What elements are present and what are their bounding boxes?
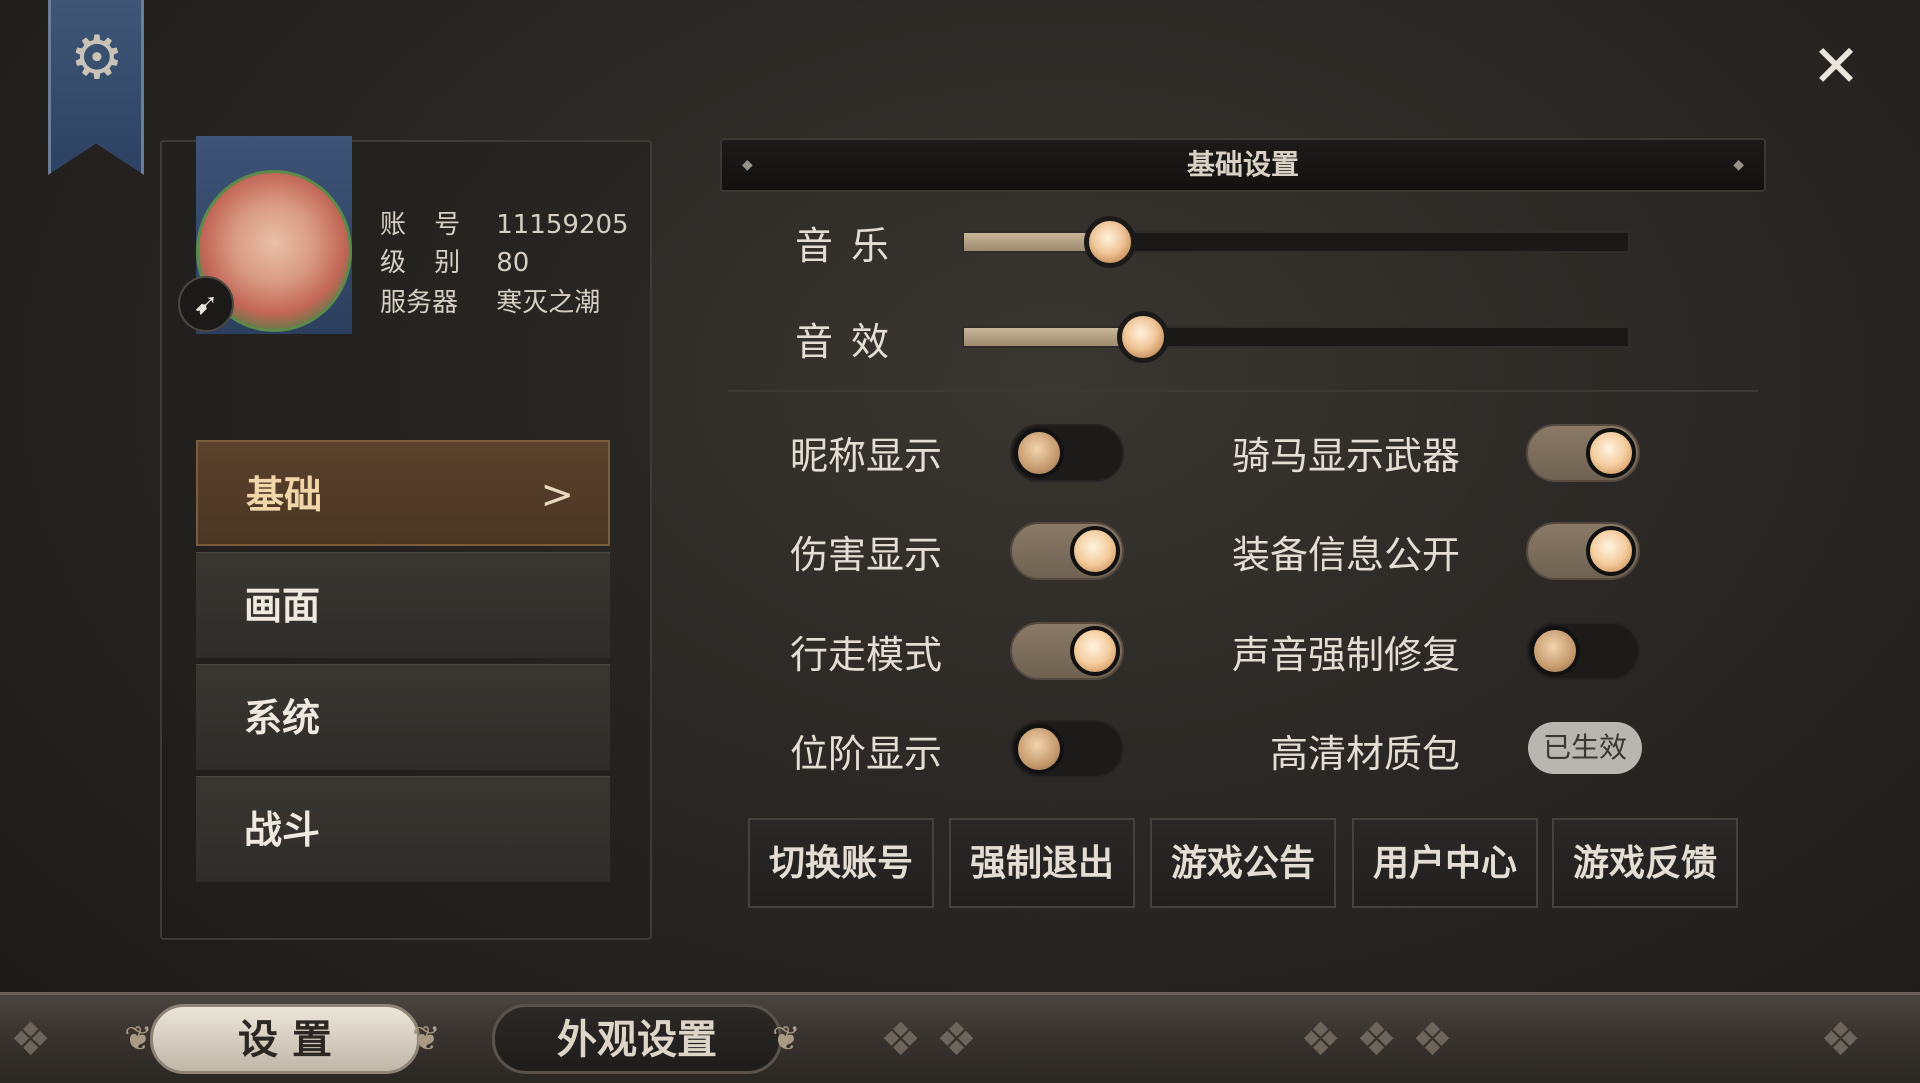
gear-icon: ⚙ [70,23,124,93]
tab-appearance-settings[interactable]: 外观设置 [492,1004,782,1074]
mount-weapon-label: 骑马显示武器 [1232,434,1461,478]
server-label: 服务器 [380,288,459,318]
sound-repair-toggle[interactable] [1526,622,1640,680]
damage-display-label: 伤害显示 [790,533,943,577]
server-value: 寒灭之潮 [496,288,601,318]
divider [728,390,1758,392]
nav-item-label: 基础 [246,472,323,517]
ornament-icon: ❖ [1820,1012,1862,1066]
header-ornament-right: ◆ [1733,157,1744,173]
music-label: 音乐 [795,224,908,268]
rank-display-toggle[interactable] [1010,720,1124,778]
equipment-public-toggle[interactable] [1526,522,1640,580]
account-value: 11159205 [496,210,629,240]
close-icon[interactable]: ✕ [1810,37,1862,95]
section-header: ◆ 基础设置 ◆ [720,138,1766,192]
server-row: 服务器 寒灭之潮 [380,282,600,319]
ornament-icon: ❖ [10,1012,52,1066]
tab-ornament-icon: ❦ [124,1019,153,1059]
music-slider-thumb[interactable] [1084,216,1137,268]
toggle-knob [1014,428,1064,478]
hd-texture-label: 高清材质包 [1270,732,1461,776]
chevron-right-icon: > [540,472,574,518]
toggle-knob [1070,626,1120,676]
user-center-button[interactable]: 用户中心 [1352,818,1538,908]
ornament-icon: ❖ ❖ ❖ [1300,1012,1453,1066]
nav-item-combat[interactable]: 战斗 [196,776,610,882]
section-title: 基础设置 [1186,148,1299,181]
header-ornament-left: ◆ [742,157,753,173]
hd-texture-status-badge[interactable]: 已生效 [1528,722,1642,774]
account-row: 账 号 11159205 [380,204,629,241]
level-label: 级 别 [380,248,471,278]
bow-icon: ➹ [178,276,234,332]
walk-mode-toggle[interactable] [1010,622,1124,680]
toggle-knob [1070,526,1120,576]
music-slider[interactable] [962,216,1630,268]
sfx-slider[interactable] [962,311,1630,363]
switch-account-button[interactable]: 切换账号 [748,818,934,908]
walk-mode-label: 行走模式 [790,633,943,677]
damage-display-toggle[interactable] [1010,522,1124,580]
level-row: 级 别 80 [380,242,529,279]
toggle-knob [1586,428,1636,478]
level-value: 80 [496,248,530,278]
nickname-display-label: 昵称显示 [790,434,943,478]
toggle-knob [1014,724,1064,774]
nickname-display-toggle[interactable] [1010,424,1124,482]
nav-item-label: 战斗 [244,807,321,852]
mount-weapon-toggle[interactable] [1526,424,1640,482]
nav-item-label: 系统 [244,695,321,740]
nav-item-display[interactable]: 画面 [196,552,610,658]
sound-repair-label: 声音强制修复 [1232,633,1461,677]
force-quit-button[interactable]: 强制退出 [949,818,1135,908]
equipment-public-label: 装备信息公开 [1232,533,1461,577]
tab-ornament-icon: ❦ [412,1019,441,1059]
toggle-knob [1530,626,1580,676]
feedback-button[interactable]: 游戏反馈 [1552,818,1738,908]
announcement-button[interactable]: 游戏公告 [1150,818,1336,908]
nav-item-basic[interactable]: 基础 > [196,440,610,546]
toggle-knob [1586,526,1636,576]
account-label: 账 号 [380,210,471,240]
sfx-label: 音效 [795,320,908,364]
sfx-slider-thumb[interactable] [1117,311,1170,363]
rank-display-label: 位阶显示 [790,732,943,776]
tab-ornament-icon: ❦ [772,1019,801,1059]
tab-settings[interactable]: 设 置 [150,1004,420,1074]
nav-item-label: 画面 [244,583,321,628]
nav-item-system[interactable]: 系统 [196,664,610,770]
ornament-icon: ❖ ❖ [880,1012,978,1066]
